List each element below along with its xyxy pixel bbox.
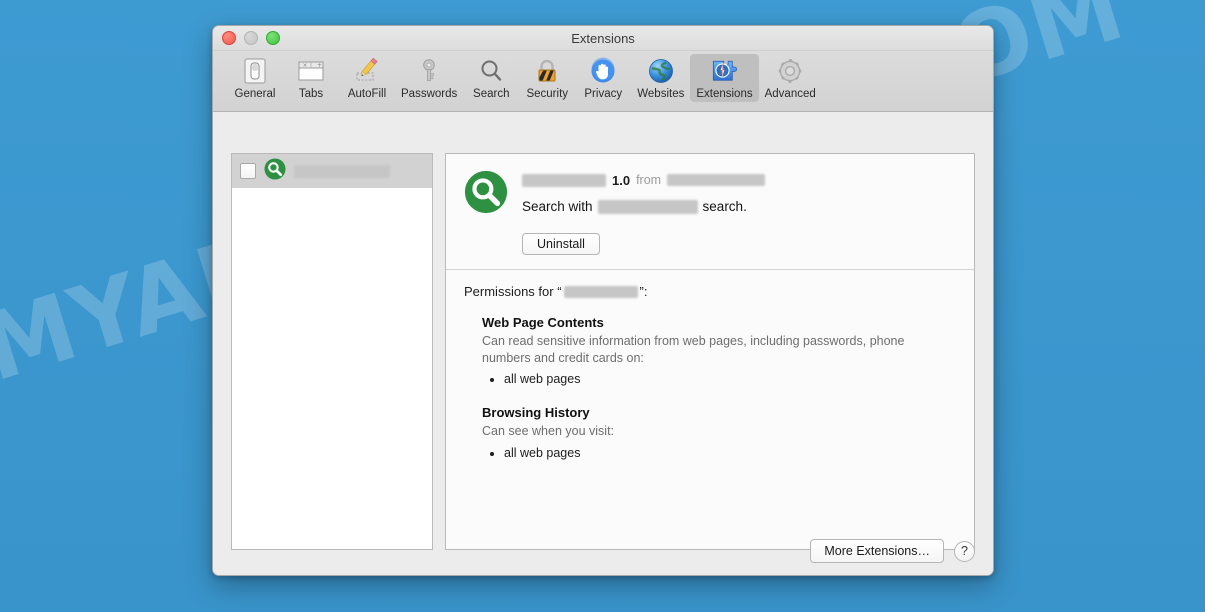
- extension-version: 1.0: [612, 172, 631, 188]
- toolbar-item-privacy[interactable]: Privacy: [575, 54, 631, 102]
- permissions-title-suffix: ”:: [639, 284, 648, 299]
- extension-enable-checkbox[interactable]: [240, 163, 256, 179]
- toolbar-label-passwords: Passwords: [401, 88, 458, 100]
- toolbar-item-tabs[interactable]: × + Tabs: [283, 54, 339, 102]
- toolbar-label-security: Security: [526, 88, 569, 100]
- toolbar-label-autofill: AutoFill: [347, 88, 387, 100]
- window-titlebar: Extensions: [213, 26, 993, 51]
- green-magnifier-icon: [464, 170, 508, 255]
- permission-item: all web pages: [504, 444, 956, 463]
- toolbar-label-search: Search: [473, 88, 510, 100]
- extensions-list[interactable]: [231, 153, 433, 550]
- toolbar-label-general: General: [234, 88, 276, 100]
- description-suffix: search.: [702, 199, 747, 214]
- permissions-section: Permissions for “ ”: Web Page Contents C…: [446, 270, 974, 462]
- from-label: from: [636, 173, 662, 187]
- permission-description: Can see when you visit:: [482, 424, 615, 438]
- svg-text:×: ×: [303, 62, 308, 69]
- permission-description: Can read sensitive information from web …: [482, 334, 905, 365]
- toolbar-label-advanced: Advanced: [764, 88, 816, 100]
- general-switch-icon: [240, 56, 270, 86]
- toolbar-item-general[interactable]: General: [227, 54, 283, 102]
- preferences-toolbar: General × + Tabs AutoFill Passwords Sear…: [213, 51, 993, 112]
- extension-name-redacted: [522, 173, 606, 187]
- extension-description: Search with search.: [522, 198, 956, 215]
- safari-preferences-window: Extensions General × + Tabs AutoFill Pas…: [212, 25, 994, 576]
- extension-detail-text: 1.0 from Search with search. Uninstall: [522, 170, 956, 255]
- permission-group-web-page-contents: Web Page Contents Can read sensitive inf…: [482, 315, 956, 389]
- permissions-title-prefix: Permissions for “: [464, 284, 562, 299]
- pencil-icon: [352, 56, 382, 86]
- permission-item: all web pages: [504, 370, 956, 389]
- window-footer: More Extensions… ?: [810, 539, 975, 563]
- toolbar-item-search[interactable]: Search: [463, 54, 519, 102]
- toolbar-label-tabs: Tabs: [298, 88, 324, 100]
- toolbar-item-advanced[interactable]: Advanced: [759, 54, 822, 102]
- toolbar-item-passwords[interactable]: Passwords: [395, 54, 463, 102]
- window-title: Extensions: [571, 30, 635, 46]
- toolbar-item-autofill[interactable]: AutoFill: [339, 54, 395, 102]
- toolbar-item-websites[interactable]: Websites: [631, 54, 690, 102]
- permission-item-list: all web pages: [482, 444, 956, 463]
- extension-publisher-redacted: [667, 174, 766, 186]
- extension-title-line: 1.0 from: [522, 172, 956, 188]
- svg-text:+: +: [317, 62, 322, 69]
- green-magnifier-icon: [264, 157, 286, 185]
- toolbar-label-privacy: Privacy: [584, 88, 623, 100]
- help-button[interactable]: ?: [954, 540, 975, 562]
- permissions-name-redacted: [563, 285, 638, 298]
- permissions-title: Permissions for “ ”:: [464, 284, 956, 299]
- toolbar-label-websites: Websites: [637, 88, 685, 100]
- padlock-icon: [532, 56, 562, 86]
- toolbar-label-extensions: Extensions: [696, 88, 753, 100]
- more-extensions-button[interactable]: More Extensions…: [810, 539, 944, 563]
- permission-heading: Web Page Contents: [482, 315, 604, 330]
- extension-detail-header: 1.0 from Search with search. Uninstall: [446, 154, 974, 270]
- uninstall-button[interactable]: Uninstall: [522, 233, 600, 255]
- gear-icon: [775, 56, 805, 86]
- extension-name-redacted: [294, 164, 390, 178]
- toolbar-item-security[interactable]: Security: [519, 54, 575, 102]
- description-prefix: Search with: [522, 199, 593, 214]
- key-icon: [414, 56, 444, 86]
- permission-item-list: all web pages: [482, 370, 956, 389]
- hand-icon: [588, 56, 618, 86]
- extension-detail-panel: 1.0 from Search with search. Uninstall P…: [445, 153, 975, 550]
- list-item[interactable]: [232, 154, 432, 188]
- globe-icon: [646, 56, 676, 86]
- preferences-content: 1.0 from Search with search. Uninstall P…: [213, 112, 993, 575]
- permission-heading: Browsing History: [482, 405, 590, 420]
- tabs-icon: × +: [296, 56, 326, 86]
- puzzle-compass-icon: [709, 56, 739, 86]
- permission-group-browsing-history: Browsing History Can see when you visit:…: [482, 405, 956, 462]
- toolbar-item-extensions[interactable]: Extensions: [690, 54, 759, 102]
- magnifier-icon: [476, 56, 506, 86]
- description-redacted: [597, 199, 698, 214]
